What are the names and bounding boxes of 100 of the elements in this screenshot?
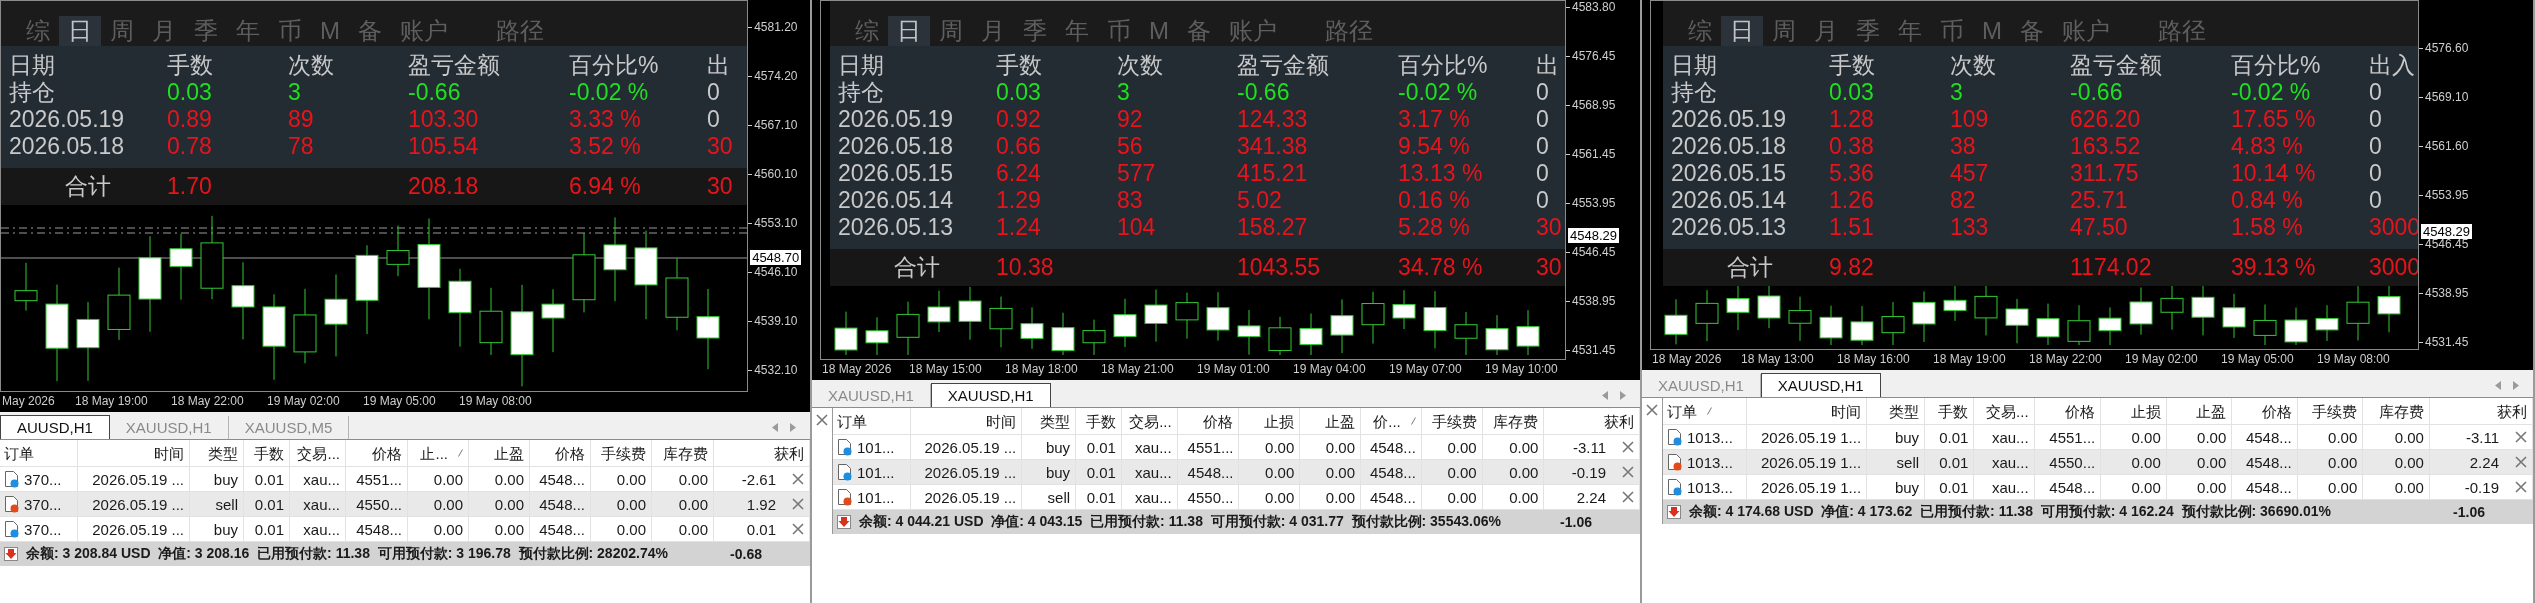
table-cell-text: 0.00 xyxy=(2328,477,2358,498)
column-header[interactable]: 类型 xyxy=(190,440,244,466)
close-icon[interactable] xyxy=(1622,466,1634,478)
price-label: 4567.10 xyxy=(754,118,798,132)
column-header[interactable]: 交易... xyxy=(290,440,346,466)
scroll-left-icon[interactable] xyxy=(772,423,778,432)
table-cell-text: 4550... xyxy=(1187,487,1234,508)
price-label: 4553.10 xyxy=(754,216,798,230)
scroll-right-icon[interactable] xyxy=(2513,381,2519,390)
column-header[interactable]: 订单 xyxy=(1663,398,1747,424)
stats-cell-text: 0.84 % xyxy=(2231,187,2304,214)
column-header[interactable]: 价格 xyxy=(530,440,591,466)
time-label: 19 May 05:00 xyxy=(2221,352,2294,366)
candlestick xyxy=(1912,291,1936,343)
stats-cell-text: -0.02 % xyxy=(1398,79,1479,106)
column-header[interactable]: 库存费 xyxy=(2363,398,2430,424)
close-icon[interactable] xyxy=(2515,456,2527,468)
table-cell-text: 4550... xyxy=(356,494,402,515)
column-header[interactable]: 价格 xyxy=(2232,398,2298,424)
column-header[interactable]: 手数 xyxy=(244,440,290,466)
column-header[interactable]: 获利 xyxy=(714,440,810,466)
stats-tab[interactable]: 日 xyxy=(59,16,101,46)
column-header[interactable]: 止损 xyxy=(2101,398,2167,424)
scroll-right-icon[interactable] xyxy=(1620,391,1626,400)
stats-tab[interactable]: 日 xyxy=(1721,16,1763,46)
table-cell-text: 0.00 xyxy=(616,469,646,490)
table-cell-text: sell xyxy=(1047,487,1071,508)
column-header[interactable]: 时间 xyxy=(78,440,190,466)
scroll-right-icon[interactable] xyxy=(790,423,796,432)
column-header[interactable]: 订单 xyxy=(833,408,911,434)
order-row[interactable]: 370... 2026.05.19 ... sell 0.01 xau... 4550... 0.00 0.00 4548... 0.00 0.00 1.92 xyxy=(0,492,810,517)
column-header[interactable]: 止盈 xyxy=(2166,398,2233,424)
close-icon[interactable] xyxy=(1622,441,1634,453)
column-header[interactable]: 手数 xyxy=(1925,398,1975,424)
total-cell-text: 合计 xyxy=(64,173,112,200)
chart-tab[interactable]: XAUUSD,H1 xyxy=(1760,373,1881,397)
table-cell-text: 2026.05.19 1... xyxy=(1760,452,1862,473)
close-icon[interactable] xyxy=(816,414,828,426)
close-icon[interactable] xyxy=(792,523,804,535)
column-header[interactable]: 价格 xyxy=(1177,408,1240,434)
column-header[interactable]: 手续费 xyxy=(591,440,652,466)
column-header[interactable]: 止损 xyxy=(1239,408,1301,434)
scroll-left-icon[interactable] xyxy=(2495,381,2501,390)
column-header[interactable]: 类型 xyxy=(1022,408,1077,434)
close-icon[interactable] xyxy=(2515,431,2527,443)
column-header[interactable]: 类型 xyxy=(1867,398,1926,424)
column-header[interactable]: 止盈 xyxy=(1300,408,1362,434)
stats-cell-text: 457 xyxy=(1950,160,1990,187)
column-header[interactable]: 获利 xyxy=(1544,408,1640,434)
candlestick xyxy=(1943,284,1967,322)
stats-tab[interactable]: 日 xyxy=(888,16,930,46)
column-header[interactable]: 时间 xyxy=(910,408,1023,434)
order-row[interactable]: 1013... 2026.05.19 1... sell 0.01 xau... 4550... 0.00 0.00 4548... 0.00 0.00 2.24 xyxy=(1663,450,2533,475)
column-header[interactable]: 时间 xyxy=(1746,398,1868,424)
table-cell-text: 2026.05.19 ... xyxy=(92,469,184,490)
table-cell-text: 0.00 xyxy=(1325,437,1356,458)
stats-cell-text: -0.66 xyxy=(2070,79,2124,106)
column-header[interactable]: 库存费 xyxy=(1482,408,1545,434)
candlestick xyxy=(1516,309,1540,356)
candlestick xyxy=(2067,304,2091,346)
table-cell-text: 0.00 xyxy=(678,519,708,540)
total-cell-text: 39.13 % xyxy=(2231,254,2317,281)
scroll-left-icon[interactable] xyxy=(1602,391,1608,400)
stats-cell-text: 82 xyxy=(1950,187,1977,214)
column-header[interactable]: 手续费 xyxy=(1421,408,1483,434)
table-cell-text: 0.00 xyxy=(2394,452,2424,473)
column-header[interactable]: 止... xyxy=(408,440,469,466)
column-header: 日期 xyxy=(9,52,56,79)
time-label: 18 May 22:00 xyxy=(2029,352,2102,366)
column-header[interactable]: 手数 xyxy=(1076,408,1122,434)
column-header[interactable]: 价格 xyxy=(346,440,408,466)
close-icon[interactable] xyxy=(1646,404,1658,416)
candlestick xyxy=(1144,289,1168,343)
column-header[interactable]: 止盈 xyxy=(469,440,530,466)
order-row[interactable]: 101... 2026.05.19 ... buy 0.01 xau... 4548... 0.00 0.00 4548... 0.00 0.00 -0.19 xyxy=(833,460,1640,485)
column-header[interactable]: 交易... xyxy=(1121,408,1178,434)
column-header[interactable]: 价格 xyxy=(2034,398,2102,424)
stats-cell-text: 124.33 xyxy=(1237,106,1309,133)
column-header[interactable]: 交易... xyxy=(1974,398,2035,424)
chart-tab[interactable]: AUUSD,H1 xyxy=(0,415,110,439)
stats-cell-text: -0.02 % xyxy=(2231,79,2312,106)
column-header[interactable]: 手续费 xyxy=(2297,398,2364,424)
column-header[interactable]: 价... xyxy=(1361,408,1422,434)
column-header[interactable]: 获利 xyxy=(2429,398,2533,424)
candlestick xyxy=(541,288,565,353)
table-cell-text: 0.00 xyxy=(2131,427,2161,448)
stats-cell-text: 0 xyxy=(707,106,721,133)
close-icon[interactable] xyxy=(1622,491,1634,503)
time-label: 19 May 05:00 xyxy=(363,394,436,408)
table-cell-text: 0.01 xyxy=(1939,477,1969,498)
stats-cell-text: 0 xyxy=(2369,160,2383,187)
close-icon[interactable] xyxy=(2515,481,2527,493)
table-cell-text: xau... xyxy=(1991,427,2029,448)
chart-tab[interactable]: XAUUSD,H1 xyxy=(930,383,1051,407)
column-header[interactable]: 订单 xyxy=(0,440,78,466)
close-icon[interactable] xyxy=(792,498,804,510)
candlestick xyxy=(1268,316,1292,356)
close-icon[interactable] xyxy=(792,473,804,485)
column-header[interactable]: 库存费 xyxy=(652,440,714,466)
stats-cell-text: 311.75 xyxy=(2070,160,2140,187)
